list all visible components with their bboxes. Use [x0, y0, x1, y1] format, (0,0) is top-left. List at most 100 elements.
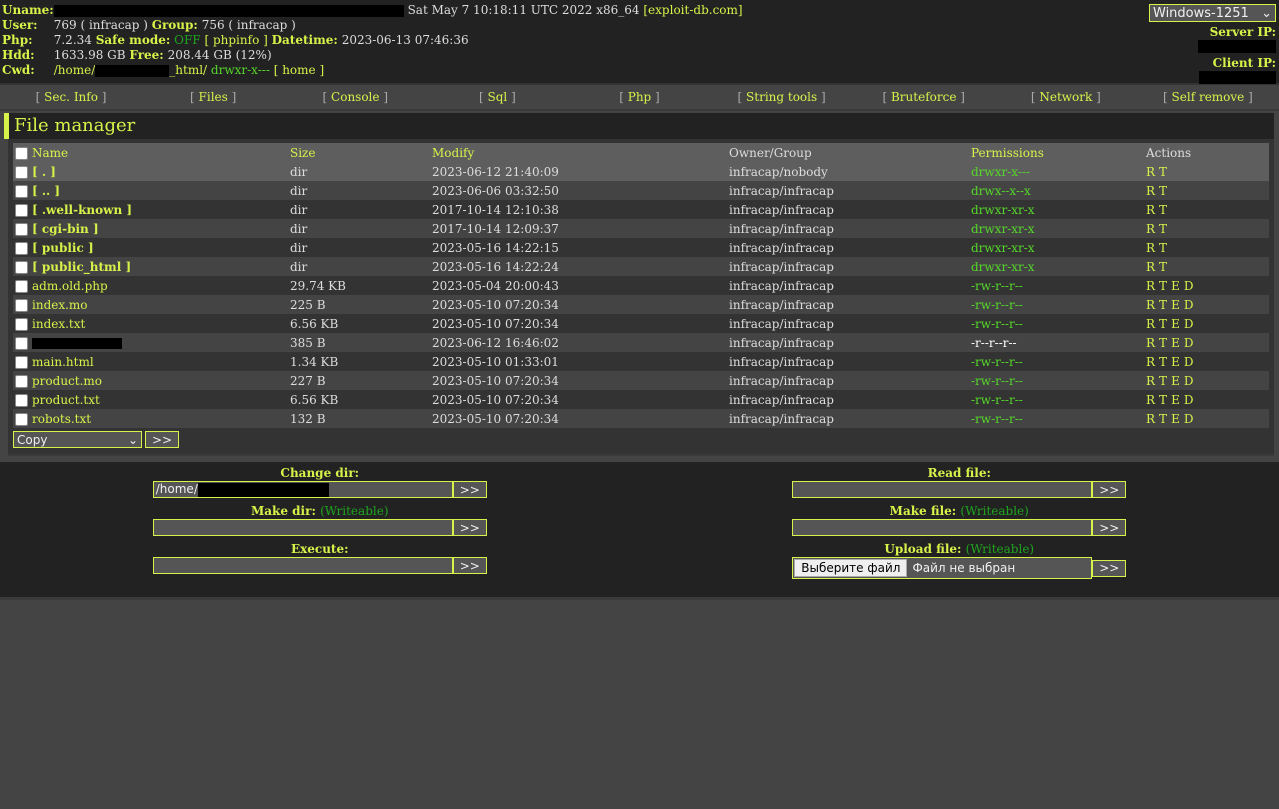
- row-checkbox[interactable]: [15, 184, 28, 198]
- choose-file-button[interactable]: Выберите файл: [794, 559, 908, 577]
- nav-files-link[interactable]: Files: [199, 90, 228, 104]
- file-permissions[interactable]: -rw-r--r--: [971, 298, 1023, 312]
- file-permissions[interactable]: drwxr-xr-x: [971, 203, 1035, 217]
- action-e-link[interactable]: E: [1171, 336, 1180, 350]
- action-t-link[interactable]: T: [1159, 279, 1167, 293]
- file-permissions[interactable]: drwxr-xr-x: [971, 241, 1035, 255]
- row-checkbox[interactable]: [15, 165, 28, 179]
- action-t-link[interactable]: T: [1159, 165, 1167, 179]
- row-checkbox[interactable]: [15, 260, 28, 274]
- action-r-link[interactable]: R: [1146, 336, 1155, 350]
- action-r-link[interactable]: R: [1146, 317, 1155, 331]
- action-t-link[interactable]: T: [1159, 241, 1167, 255]
- action-t-link[interactable]: T: [1159, 374, 1167, 388]
- file-permissions[interactable]: drwx--x--x: [971, 184, 1031, 198]
- action-t-link[interactable]: T: [1159, 260, 1167, 274]
- row-checkbox[interactable]: [15, 279, 28, 293]
- dir-link[interactable]: [ .well-known ]: [32, 203, 132, 217]
- action-d-link[interactable]: D: [1184, 393, 1194, 407]
- read-file-input[interactable]: [792, 481, 1093, 498]
- row-checkbox[interactable]: [15, 412, 28, 426]
- action-r-link[interactable]: R: [1146, 374, 1155, 388]
- bulk-go-button[interactable]: >>: [145, 431, 179, 448]
- action-r-link[interactable]: R: [1146, 412, 1155, 426]
- nav-php[interactable]: [ Php ]: [568, 90, 710, 104]
- nav-sec-info-link[interactable]: Sec. Info: [44, 90, 98, 104]
- action-d-link[interactable]: D: [1184, 412, 1194, 426]
- cwd-home-segment[interactable]: /home/: [54, 63, 96, 77]
- action-e-link[interactable]: E: [1171, 374, 1180, 388]
- sort-by-modify[interactable]: Modify: [432, 146, 474, 160]
- action-r-link[interactable]: R: [1146, 222, 1155, 236]
- action-t-link[interactable]: T: [1159, 298, 1167, 312]
- action-e-link[interactable]: E: [1171, 317, 1180, 331]
- nav-self-remove[interactable]: [ Self remove ]: [1137, 90, 1279, 104]
- nav-bruteforce-link[interactable]: Bruteforce: [891, 90, 956, 104]
- nav-string-tools-link[interactable]: String tools: [746, 90, 817, 104]
- action-t-link[interactable]: T: [1159, 222, 1167, 236]
- action-t-link[interactable]: T: [1159, 184, 1167, 198]
- file-permissions[interactable]: drwxr-xr-x: [971, 260, 1035, 274]
- row-checkbox[interactable]: [15, 336, 28, 350]
- nav-network[interactable]: [ Network ]: [995, 90, 1137, 104]
- file-link[interactable]: adm.old.php: [32, 279, 108, 293]
- file-permissions[interactable]: -rw-r--r--: [971, 412, 1023, 426]
- upload-file-input[interactable]: Выберите файл Файл не выбран: [792, 557, 1093, 579]
- action-r-link[interactable]: R: [1146, 241, 1155, 255]
- file-link[interactable]: product.txt: [32, 393, 100, 407]
- row-checkbox[interactable]: [15, 393, 28, 407]
- cwd-html-segment[interactable]: _html/: [169, 63, 207, 77]
- action-e-link[interactable]: E: [1171, 355, 1180, 369]
- nav-sql-link[interactable]: Sql: [488, 90, 508, 104]
- action-r-link[interactable]: R: [1146, 279, 1155, 293]
- file-link[interactable]: robots.txt: [32, 412, 91, 426]
- action-e-link[interactable]: E: [1171, 298, 1180, 312]
- dir-link[interactable]: [ cgi-bin ]: [32, 222, 99, 236]
- row-checkbox[interactable]: [15, 241, 28, 255]
- action-d-link[interactable]: D: [1184, 279, 1194, 293]
- file-permissions[interactable]: -rw-r--r--: [971, 355, 1023, 369]
- execute-go-button[interactable]: >>: [452, 557, 487, 574]
- action-t-link[interactable]: T: [1159, 336, 1167, 350]
- dir-link[interactable]: [ public ]: [32, 241, 94, 255]
- action-d-link[interactable]: D: [1184, 317, 1194, 331]
- nav-self-remove-link[interactable]: Self remove: [1172, 90, 1245, 104]
- nav-files[interactable]: [ Files ]: [142, 90, 284, 104]
- action-t-link[interactable]: T: [1159, 203, 1167, 217]
- action-e-link[interactable]: E: [1171, 393, 1180, 407]
- action-r-link[interactable]: R: [1146, 393, 1155, 407]
- row-checkbox[interactable]: [15, 317, 28, 331]
- file-permissions[interactable]: -rw-r--r--: [971, 374, 1023, 388]
- action-r-link[interactable]: R: [1146, 260, 1155, 274]
- action-r-link[interactable]: R: [1146, 298, 1155, 312]
- dir-link[interactable]: [ .. ]: [32, 184, 60, 198]
- nav-bruteforce[interactable]: [ Bruteforce ]: [853, 90, 995, 104]
- select-all-checkbox[interactable]: [15, 146, 28, 160]
- action-t-link[interactable]: T: [1159, 355, 1167, 369]
- sort-by-name[interactable]: Name: [32, 146, 68, 160]
- action-e-link[interactable]: E: [1171, 279, 1180, 293]
- file-permissions[interactable]: -rw-r--r--: [971, 317, 1023, 331]
- file-permissions[interactable]: -r--r--r--: [971, 336, 1017, 350]
- action-t-link[interactable]: T: [1159, 412, 1167, 426]
- make-file-input[interactable]: [792, 519, 1093, 536]
- action-t-link[interactable]: T: [1159, 393, 1167, 407]
- action-d-link[interactable]: D: [1184, 336, 1194, 350]
- action-r-link[interactable]: R: [1146, 203, 1155, 217]
- home-link[interactable]: [ home ]: [274, 63, 324, 77]
- action-t-link[interactable]: T: [1159, 317, 1167, 331]
- file-permissions[interactable]: drwxr-x---: [971, 165, 1030, 179]
- file-link[interactable]: product.mo: [32, 374, 102, 388]
- sort-by-permissions[interactable]: Permissions: [971, 146, 1044, 160]
- action-e-link[interactable]: E: [1171, 412, 1180, 426]
- file-permissions[interactable]: drwxr-xr-x: [971, 222, 1035, 236]
- charset-select[interactable]: Windows-1251 ⌄: [1149, 4, 1276, 22]
- file-link[interactable]: index.mo: [32, 298, 88, 312]
- dir-link[interactable]: [ public_html ]: [32, 260, 131, 274]
- file-link[interactable]: index.txt: [32, 317, 85, 331]
- exploit-db-link[interactable]: [exploit-db.com]: [643, 3, 742, 17]
- execute-input[interactable]: [152, 557, 453, 574]
- action-r-link[interactable]: R: [1146, 165, 1155, 179]
- nav-network-link[interactable]: Network: [1039, 90, 1092, 104]
- file-permissions[interactable]: -rw-r--r--: [971, 393, 1023, 407]
